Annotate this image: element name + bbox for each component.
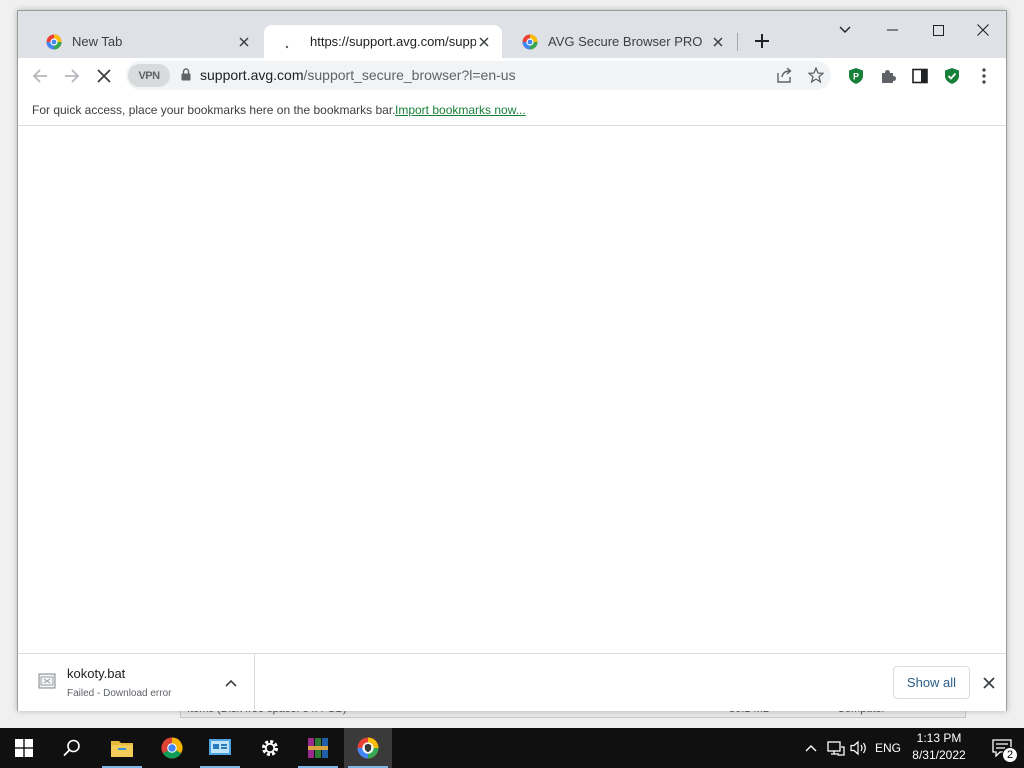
download-status: Failed - Download error bbox=[67, 688, 172, 699]
tab-label: New Tab bbox=[72, 34, 123, 49]
page-content bbox=[18, 127, 1006, 653]
show-hidden-icons-button[interactable] bbox=[800, 728, 822, 768]
file-icon bbox=[38, 673, 56, 689]
tab-separator bbox=[737, 33, 738, 51]
control-panel-taskbar-button[interactable] bbox=[196, 728, 244, 768]
minimize-icon bbox=[886, 29, 898, 31]
url-path: /support_secure_browser?l=en-us bbox=[303, 67, 516, 83]
avg-browser-icon bbox=[522, 34, 538, 50]
maximize-button[interactable] bbox=[915, 15, 961, 45]
address-bar[interactable]: VPN support.avg.com/support_secure_brows… bbox=[126, 61, 831, 90]
settings-icon bbox=[262, 740, 278, 756]
browser-window: New Tab https://support.avg.com/support … bbox=[17, 10, 1007, 711]
chrome-icon bbox=[161, 737, 183, 759]
action-center-button[interactable]: 2 bbox=[980, 728, 1024, 768]
bookmarks-bar-message: For quick access, place your bookmarks h… bbox=[32, 103, 396, 117]
maximize-icon bbox=[932, 24, 944, 36]
back-button[interactable] bbox=[28, 64, 52, 88]
new-tab-button[interactable] bbox=[750, 29, 774, 53]
download-filename: kokoty.bat bbox=[67, 666, 126, 681]
close-icon bbox=[977, 24, 989, 36]
minimize-button[interactable] bbox=[869, 15, 915, 45]
tab-label: https://support.avg.com/support bbox=[310, 34, 476, 49]
menu-kebab-icon[interactable] bbox=[972, 64, 996, 88]
show-all-button[interactable]: Show all bbox=[893, 666, 970, 699]
lock-icon[interactable] bbox=[181, 68, 191, 86]
winrar-taskbar-button[interactable] bbox=[294, 728, 342, 768]
download-item[interactable]: kokoty.bat Failed - Download error bbox=[18, 654, 255, 711]
chrome-taskbar-button[interactable] bbox=[148, 728, 196, 768]
side-panel-icon[interactable] bbox=[908, 64, 932, 88]
chevron-down-icon bbox=[839, 26, 851, 33]
network-icon bbox=[827, 741, 845, 756]
tab-search-button[interactable] bbox=[822, 15, 868, 45]
volume-icon bbox=[850, 740, 866, 756]
taskbar: ENG 1:13 PM 8/31/2022 2 bbox=[0, 728, 1024, 768]
share-icon[interactable] bbox=[776, 67, 793, 88]
windows-logo-icon bbox=[15, 739, 33, 757]
tab-label: AVG Secure Browser PRO bbox=[548, 34, 703, 49]
tab-close-icon[interactable] bbox=[476, 34, 492, 50]
language-indicator[interactable]: ENG bbox=[872, 728, 904, 768]
bookmark-star-icon[interactable] bbox=[807, 66, 825, 88]
avg-browser-taskbar-button[interactable] bbox=[344, 728, 392, 768]
chevron-up-icon[interactable] bbox=[222, 674, 240, 692]
taskbar-search-button[interactable] bbox=[48, 728, 96, 768]
browser-toolbar: VPN support.avg.com/support_secure_brows… bbox=[18, 58, 1006, 94]
privacy-extension-icon[interactable]: P bbox=[844, 64, 868, 88]
file-explorer-icon bbox=[111, 741, 133, 757]
arrow-left-icon bbox=[32, 69, 47, 83]
avg-browser-icon bbox=[357, 737, 379, 759]
svg-text:P: P bbox=[853, 72, 859, 82]
tab-strip: New Tab https://support.avg.com/support … bbox=[18, 11, 1006, 58]
file-explorer-taskbar-button[interactable] bbox=[98, 728, 146, 768]
downloads-shelf: kokoty.bat Failed - Download error Show … bbox=[18, 653, 1006, 711]
plus-icon bbox=[755, 34, 769, 48]
stop-loading-button[interactable] bbox=[92, 64, 116, 88]
notification-count-badge: 2 bbox=[1002, 747, 1018, 763]
close-icon bbox=[97, 69, 111, 83]
volume-tray-button[interactable] bbox=[848, 728, 870, 768]
bookmarks-bar: For quick access, place your bookmarks h… bbox=[18, 94, 1006, 126]
url-domain: support.avg.com bbox=[200, 67, 304, 83]
extensions-puzzle-icon[interactable] bbox=[876, 64, 900, 88]
forward-button[interactable] bbox=[60, 64, 84, 88]
url-text: support.avg.com/support_secure_browser?l… bbox=[200, 67, 516, 83]
chevron-up-icon bbox=[805, 745, 817, 752]
clock-time: 1:13 PM bbox=[916, 731, 962, 745]
tab-close-icon[interactable] bbox=[236, 34, 252, 50]
start-button[interactable] bbox=[0, 728, 48, 768]
vpn-label: VPN bbox=[138, 69, 160, 82]
control-panel-icon bbox=[209, 739, 231, 755]
tab-support-avg[interactable]: https://support.avg.com/support bbox=[264, 25, 502, 58]
close-downloads-shelf-icon[interactable] bbox=[979, 673, 999, 693]
winrar-icon bbox=[308, 738, 328, 758]
import-bookmarks-link[interactable]: Import bookmarks now... bbox=[395, 103, 526, 117]
close-window-button[interactable] bbox=[960, 15, 1006, 45]
avg-browser-icon bbox=[46, 34, 62, 50]
settings-taskbar-button[interactable] bbox=[246, 728, 294, 768]
tab-close-icon[interactable] bbox=[710, 34, 726, 50]
search-icon bbox=[63, 739, 80, 757]
avg-shield-icon[interactable] bbox=[940, 64, 964, 88]
loading-icon bbox=[284, 34, 300, 50]
tab-new-tab[interactable]: New Tab bbox=[26, 25, 262, 58]
vpn-button[interactable]: VPN bbox=[128, 64, 170, 87]
network-tray-button[interactable] bbox=[824, 728, 848, 768]
tab-avg-secure-browser-pro[interactable]: AVG Secure Browser PRO bbox=[502, 25, 736, 58]
taskbar-clock[interactable]: 1:13 PM 8/31/2022 bbox=[905, 730, 973, 766]
clock-date: 8/31/2022 bbox=[912, 748, 966, 762]
arrow-right-icon bbox=[65, 69, 80, 83]
